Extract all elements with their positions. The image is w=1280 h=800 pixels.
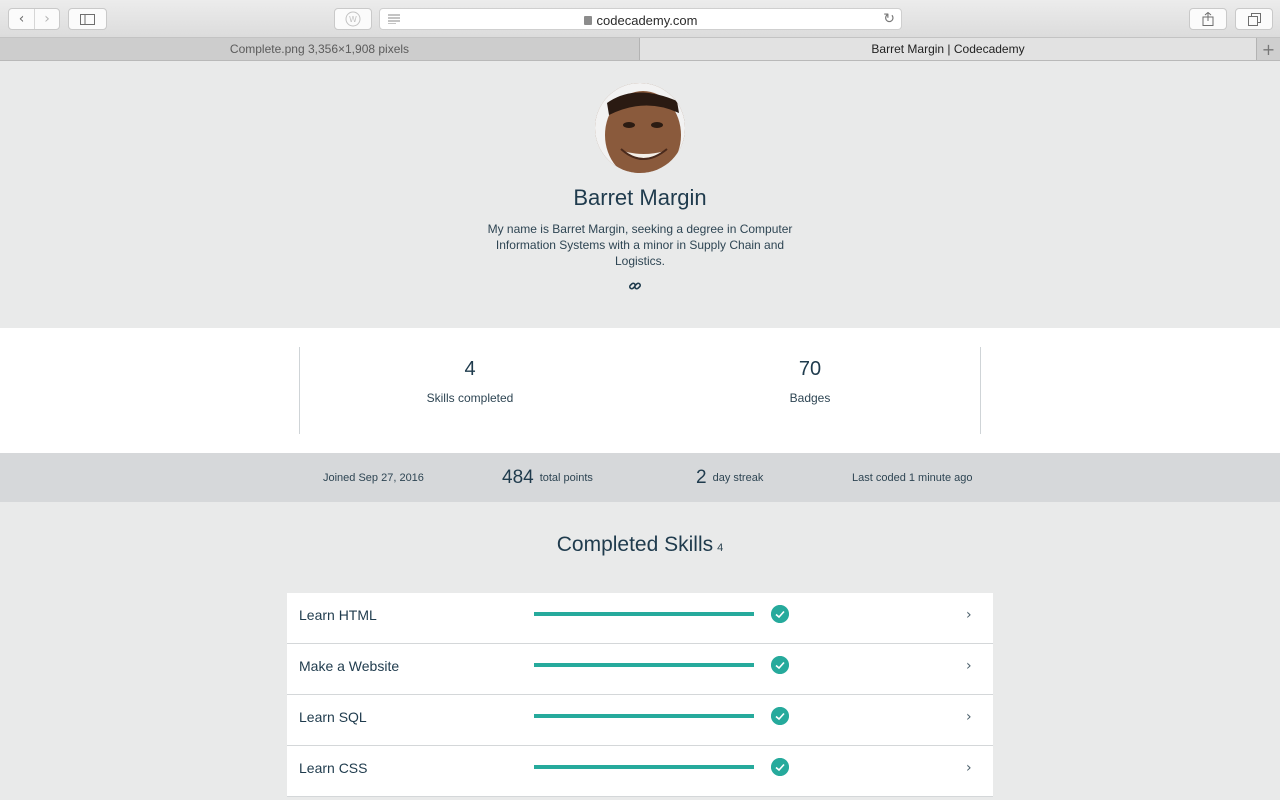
chevron-left-icon: ‹ (18, 11, 25, 27)
chevron-right-icon[interactable]: › (966, 760, 972, 776)
day-streak: 2 day streak (696, 453, 763, 502)
progress-fill (534, 663, 754, 667)
progress-bar (534, 663, 754, 667)
skill-row-learn-html[interactable]: Learn HTML › (287, 593, 993, 644)
progress-bar (534, 714, 754, 718)
stat-label: Skills completed (426, 391, 514, 405)
chevron-right-icon[interactable]: › (966, 709, 972, 725)
url-display: codecademy.com (380, 13, 901, 28)
last-coded: Last coded 1 minute ago (852, 453, 972, 502)
url-text: codecademy.com (596, 13, 698, 28)
chevron-right-icon: › (44, 11, 50, 27)
skill-row-make-a-website[interactable]: Make a Website › (287, 644, 993, 695)
last-coded-text: Last coded 1 minute ago (852, 471, 973, 484)
tab-label: Barret Margin | Codecademy (871, 42, 1025, 56)
skill-name: Learn SQL (299, 709, 367, 725)
progress-bar (534, 765, 754, 769)
history-nav: ‹ › (8, 8, 60, 30)
streak-value: 2 (696, 466, 707, 488)
check-icon (771, 656, 789, 674)
streak-label: day streak (712, 471, 764, 484)
points-label: total points (539, 471, 593, 484)
stat-badges[interactable]: 70 Badges (640, 358, 980, 405)
completed-skills-heading: Completed Skills 4 (0, 533, 1280, 557)
tab-complete-png[interactable]: Complete.png 3,356×1,908 pixels (0, 38, 640, 60)
share-icon (1202, 12, 1214, 26)
stat-label: Badges (789, 391, 831, 405)
check-icon (771, 707, 789, 725)
skills-list: Learn HTML › Make a Website › Learn SQL … (287, 593, 993, 797)
skills-count: 4 (717, 542, 724, 554)
share-button[interactable] (1189, 8, 1227, 30)
svg-text:W: W (349, 15, 357, 24)
forward-button[interactable]: › (33, 9, 59, 29)
chevron-right-icon[interactable]: › (966, 607, 972, 623)
joined-date: Joined Sep 27, 2016 (323, 453, 424, 502)
new-tab-button[interactable]: + (1256, 38, 1280, 60)
reload-icon[interactable]: ↻ (883, 11, 895, 27)
chevron-right-icon[interactable]: › (966, 658, 972, 674)
profile-header: Barret Margin My name is Barret Margin, … (0, 61, 1280, 328)
tabs-overview-button[interactable] (1235, 8, 1273, 30)
profile-bio: My name is Barret Margin, seeking a degr… (487, 222, 793, 268)
section-title: Completed Skills (556, 533, 714, 556)
address-bar[interactable]: codecademy.com ↻ (379, 8, 902, 30)
profile-name: Barret Margin (573, 185, 707, 210)
skill-row-learn-sql[interactable]: Learn SQL › (287, 695, 993, 746)
skill-name: Learn CSS (299, 760, 368, 776)
stat-value: 4 (464, 358, 476, 380)
skill-name: Make a Website (299, 658, 400, 674)
reader-button[interactable]: W (334, 8, 372, 30)
sidebar-icon (80, 13, 95, 25)
skill-name: Learn HTML (299, 607, 377, 623)
tabs-icon (1247, 12, 1261, 26)
progress-fill (534, 612, 754, 616)
check-icon (771, 605, 789, 623)
avatar (595, 83, 685, 173)
stat-value: 70 (798, 358, 822, 380)
stat-skills-completed[interactable]: 4 Skills completed (300, 358, 640, 405)
reader-icon: W (345, 11, 361, 27)
tab-codecademy-profile[interactable]: Barret Margin | Codecademy (640, 38, 1256, 60)
metrics-strip: Joined Sep 27, 2016 484 total points 2 d… (0, 453, 1280, 502)
progress-bar (534, 612, 754, 616)
check-icon (771, 758, 789, 776)
avatar-photo (595, 83, 685, 173)
sidebar-button[interactable] (68, 8, 107, 30)
lock-icon (583, 16, 592, 25)
skill-row-learn-css[interactable]: Learn CSS › (287, 746, 993, 797)
tab-label: Complete.png 3,356×1,908 pixels (229, 42, 410, 56)
stats-divider (980, 347, 981, 434)
back-button[interactable]: ‹ (9, 9, 34, 29)
tab-bar: Complete.png 3,356×1,908 pixels Barret M… (0, 38, 1280, 61)
joined-text: Joined Sep 27, 2016 (323, 471, 424, 484)
progress-fill (534, 765, 754, 769)
link-icon[interactable] (628, 279, 642, 293)
points-value: 484 (502, 466, 534, 488)
browser-toolbar: ‹ › W codecademy.com ↻ (0, 0, 1280, 38)
stats-panel: 4 Skills completed 70 Badges (0, 328, 1280, 453)
total-points: 484 total points (502, 453, 593, 502)
plus-icon: + (1261, 39, 1276, 59)
progress-fill (534, 714, 754, 718)
